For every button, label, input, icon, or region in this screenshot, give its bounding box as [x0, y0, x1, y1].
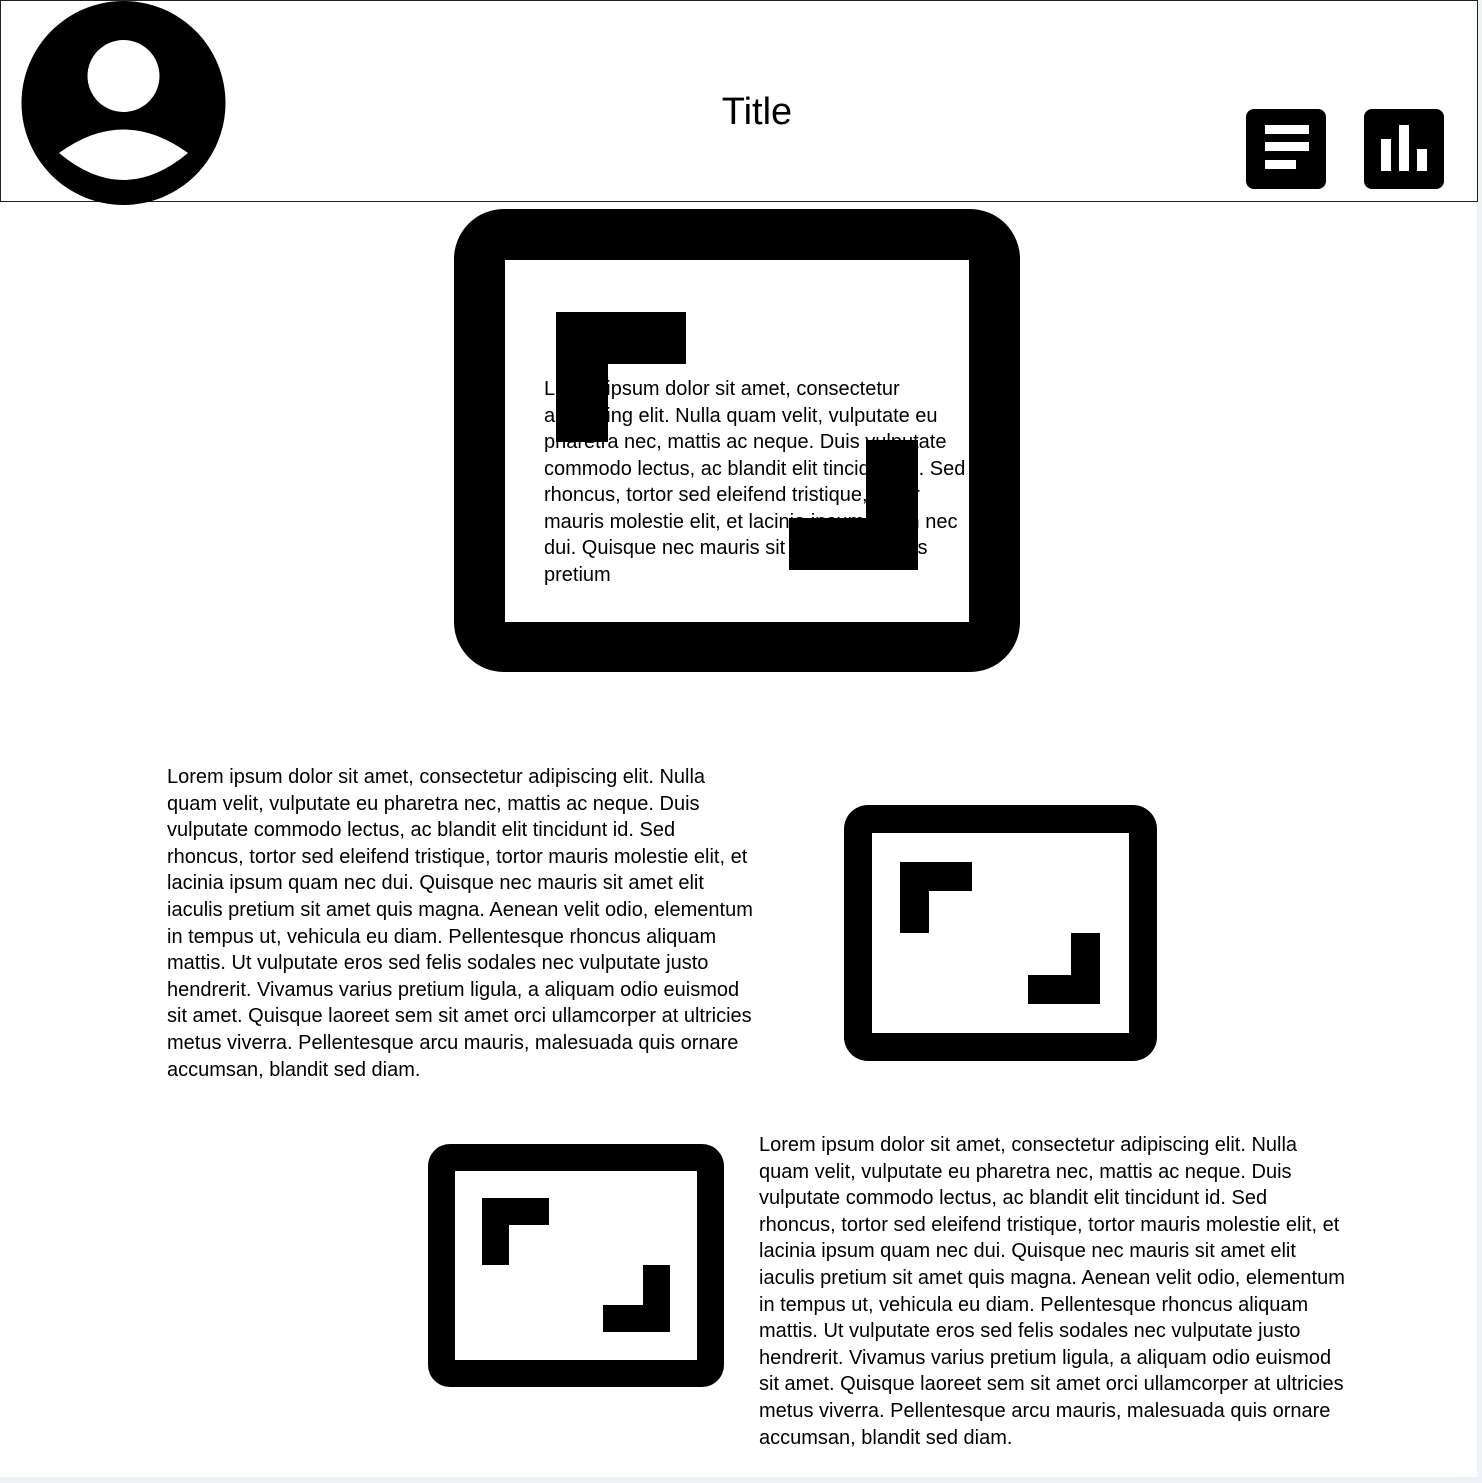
section2-paragraph: Lorem ipsum dolor sit amet, consectetur … [759, 1134, 1345, 1449]
app-header: Title [0, 0, 1478, 205]
section1-paragraph: Lorem ipsum dolor sit amet, consectetur … [167, 766, 753, 1081]
page-title: Title [721, 91, 793, 133]
image-placeholder-icon-top-left-corner [556, 312, 608, 442]
user-avatar-icon[interactable] [21, 1, 226, 205]
menu-button[interactable] [1246, 109, 1326, 189]
image-placeholder-icon-bottom-right-corner [789, 518, 918, 570]
image-placeholder-icon [428, 1144, 724, 1387]
text-lines-icon [1265, 125, 1309, 169]
chart-button[interactable] [1364, 109, 1444, 189]
hero-image-area: Lorem ipsum dolor sit amet, consectetur … [505, 260, 969, 622]
image-placeholder-icon [844, 805, 1157, 1061]
hero-image-frame: Lorem ipsum dolor sit amet, consectetur … [454, 209, 1020, 672]
page: Title Lorem ipsum dolor sit amet, consec… [0, 0, 1478, 1477]
bar-chart-icon [1381, 125, 1427, 171]
